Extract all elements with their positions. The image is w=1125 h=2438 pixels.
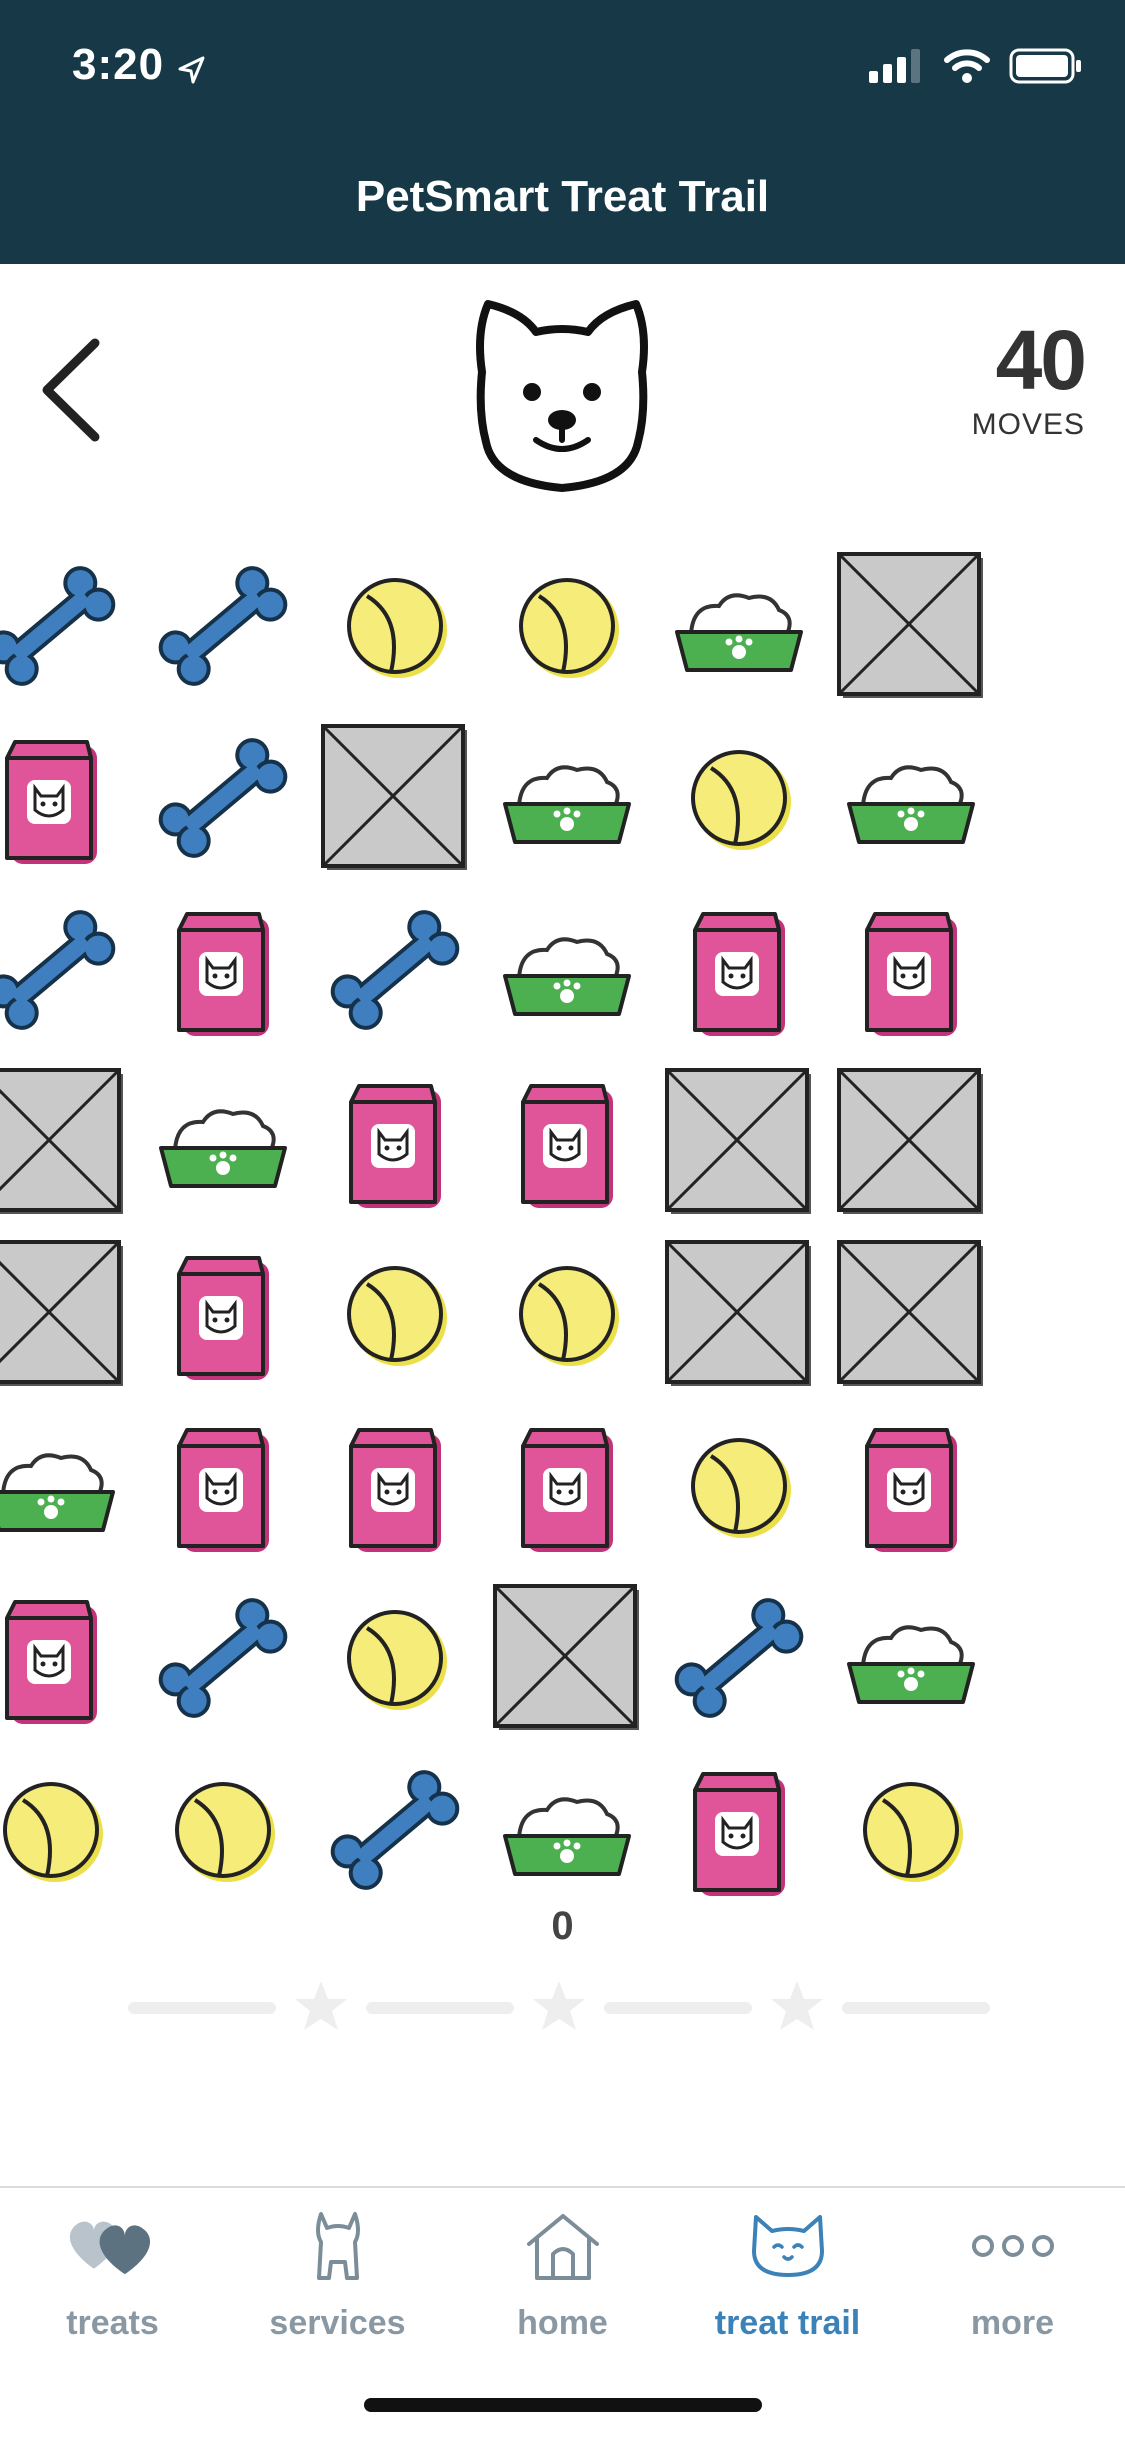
tennis-ball-tile[interactable] — [137, 1744, 309, 1916]
food-bag-tile[interactable] — [825, 884, 997, 1056]
tab-treats[interactable]: treats — [0, 2206, 225, 2366]
progress-segment — [366, 2002, 514, 2014]
food-bag-tile[interactable] — [309, 1400, 481, 1572]
tab-services[interactable]: services — [225, 2206, 450, 2366]
bone-tile[interactable] — [0, 884, 137, 1056]
food-bowl-tile[interactable] — [653, 540, 825, 712]
blocked-crate-tile — [0, 1228, 137, 1400]
blocked-crate-tile — [653, 1056, 825, 1228]
blocked-crate-tile — [825, 1056, 997, 1228]
blocked-crate-tile — [481, 1572, 653, 1744]
blocked-crate-tile — [309, 712, 481, 884]
tennis-ball-tile[interactable] — [653, 1400, 825, 1572]
home-indicator — [364, 2398, 762, 2412]
blocked-crate-tile — [825, 540, 997, 712]
food-bag-tile[interactable] — [481, 1056, 653, 1228]
food-bowl-tile[interactable] — [825, 712, 997, 884]
food-bag-tile[interactable] — [137, 1228, 309, 1400]
tennis-ball-tile[interactable] — [309, 540, 481, 712]
hearts-icon — [63, 2206, 163, 2286]
score-value: 0 — [551, 1904, 574, 1948]
tab-more[interactable]: more — [900, 2206, 1125, 2366]
bone-tile[interactable] — [137, 1572, 309, 1744]
tab-label: more — [970, 2304, 1055, 2342]
progress-segment — [128, 2002, 276, 2014]
star-progress-bar — [128, 1978, 998, 2038]
food-bag-tile[interactable] — [137, 1400, 309, 1572]
more-dots-icon — [963, 2206, 1063, 2286]
house-icon — [513, 2206, 613, 2286]
star-icon — [771, 1981, 823, 2030]
progress-segment — [842, 2002, 990, 2014]
game-board — [0, 0, 1125, 1900]
tab-home[interactable]: home — [450, 2206, 675, 2366]
tennis-ball-tile[interactable] — [309, 1228, 481, 1400]
food-bowl-tile[interactable] — [481, 884, 653, 1056]
star-icon — [533, 1981, 585, 2030]
tab-label: services — [269, 2304, 406, 2342]
food-bag-tile[interactable] — [481, 1400, 653, 1572]
food-bag-tile[interactable] — [309, 1056, 481, 1228]
tennis-ball-tile[interactable] — [653, 712, 825, 884]
food-bag-tile[interactable] — [653, 884, 825, 1056]
bone-tile[interactable] — [0, 540, 137, 712]
tennis-ball-tile[interactable] — [481, 1228, 653, 1400]
food-bowl-tile[interactable] — [481, 1744, 653, 1916]
dog-icon — [288, 2206, 388, 2286]
food-bag-tile[interactable] — [825, 1400, 997, 1572]
food-bowl-tile[interactable] — [137, 1056, 309, 1228]
tab-label: treats — [66, 2304, 159, 2342]
food-bag-tile[interactable] — [653, 1744, 825, 1916]
bone-tile[interactable] — [653, 1572, 825, 1744]
blocked-crate-tile — [653, 1228, 825, 1400]
star-icon — [295, 1981, 347, 2030]
cat-icon — [738, 2206, 838, 2286]
bone-tile[interactable] — [309, 884, 481, 1056]
food-bag-tile[interactable] — [0, 712, 137, 884]
tennis-ball-tile[interactable] — [481, 540, 653, 712]
tennis-ball-tile[interactable] — [309, 1572, 481, 1744]
food-bag-tile[interactable] — [137, 884, 309, 1056]
food-bag-tile[interactable] — [0, 1572, 137, 1744]
tab-label: home — [517, 2304, 608, 2342]
tab-label: treat trail — [714, 2304, 861, 2342]
bone-tile[interactable] — [137, 540, 309, 712]
blocked-crate-tile — [825, 1228, 997, 1400]
bone-tile[interactable] — [309, 1744, 481, 1916]
food-bowl-tile[interactable] — [481, 712, 653, 884]
food-bowl-tile[interactable] — [0, 1400, 137, 1572]
blocked-crate-tile — [0, 1056, 137, 1228]
progress-segment — [604, 2002, 752, 2014]
food-bowl-tile[interactable] — [825, 1572, 997, 1744]
tennis-ball-tile[interactable] — [0, 1744, 137, 1916]
tab-treat-trail[interactable]: treat trail — [675, 2206, 900, 2366]
tennis-ball-tile[interactable] — [825, 1744, 997, 1916]
bone-tile[interactable] — [137, 712, 309, 884]
